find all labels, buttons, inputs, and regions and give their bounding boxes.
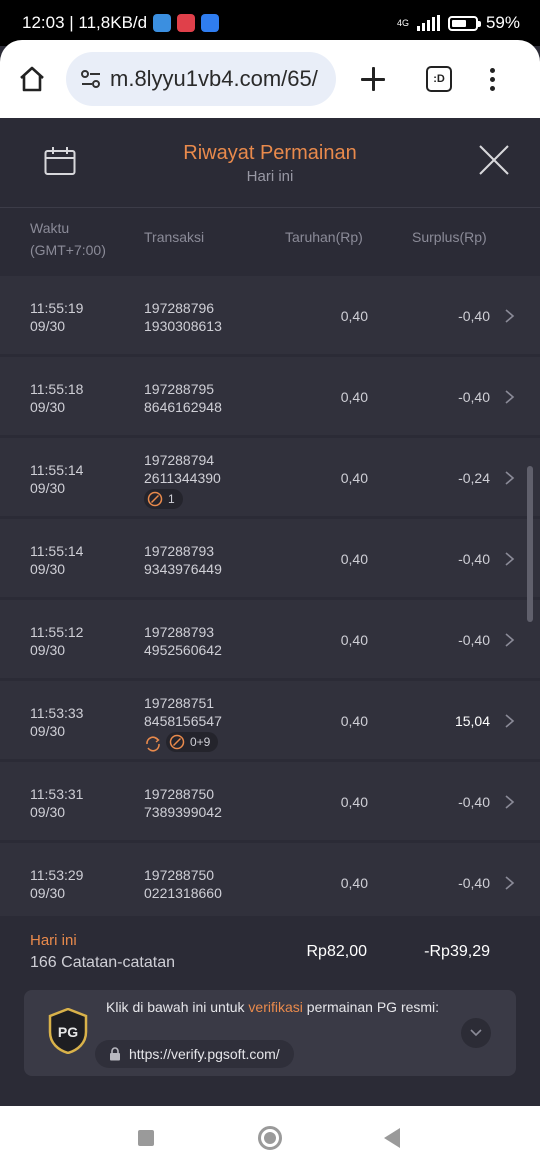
- expand-button[interactable]: [461, 1018, 491, 1048]
- chevron-right-icon[interactable]: [504, 309, 516, 323]
- home-button[interactable]: [14, 61, 50, 97]
- summary-total-bet: Rp82,00: [306, 943, 368, 960]
- table-row[interactable]: 11:55:12 09/30 197288793 4952560642 0,40 -…: [0, 600, 540, 678]
- table-row[interactable]: 11:53:31 09/30 197288750 7389399042 0,40 -…: [0, 762, 540, 840]
- page-title: Riwayat Permainan: [183, 142, 357, 164]
- messenger-icon: [201, 14, 220, 32]
- chevron-right-icon[interactable]: [504, 633, 516, 647]
- battery-level: 59%: [485, 13, 520, 32]
- table-row[interactable]: 11:55:14 09/30 197288794 2611344390 1 0,40…: [0, 438, 540, 516]
- feature-badge: 0+9: [166, 732, 219, 752]
- app-notification-icon: [153, 14, 172, 32]
- new-tab-button[interactable]: [358, 64, 388, 94]
- site-settings-icon: [81, 70, 100, 88]
- table-row[interactable]: 11:53:29 09/30 197288750 0221318660 0,40 -…: [0, 843, 540, 916]
- column-bet: Taruhan(Rp): [285, 229, 363, 245]
- table-header: Waktu (GMT+7:00) Transaksi Taruhan(Rp) S…: [0, 208, 540, 266]
- chevron-down-icon: [470, 1029, 482, 1037]
- summary-period: Hari ini: [30, 932, 77, 949]
- column-surplus: Surplus(Rp): [412, 229, 487, 245]
- address-bar[interactable]: m.8lyyu1vb4.com/65/: [66, 52, 336, 106]
- column-time: Waktu (GMT+7:00): [30, 220, 106, 258]
- table-row[interactable]: 11:55:14 09/30 197288793 9343976449 0,40 -…: [0, 519, 540, 597]
- column-transaction: Transaksi: [144, 229, 205, 245]
- date-filter-label[interactable]: Hari ini: [0, 168, 540, 185]
- home-nav-button[interactable]: [258, 1126, 282, 1150]
- verify-link[interactable]: https://verify.pgsoft.com/: [95, 1040, 294, 1068]
- pg-logo: PG: [48, 1008, 88, 1054]
- url-text: m.8lyyu1vb4.com/65/: [110, 66, 318, 91]
- network-type: 4G: [396, 17, 409, 28]
- browser-menu-button[interactable]: [490, 67, 495, 91]
- respin-icon: [144, 735, 162, 757]
- summary-panel: Hari ini 166 Catatan-catatan Rp82,00 -Rp…: [0, 916, 540, 1106]
- table-row[interactable]: 11:55:18 09/30 197288795 8646162948 0,40 -…: [0, 357, 540, 435]
- verify-message: Klik di bawah ini untuk verifikasi perma…: [106, 999, 440, 1015]
- signal-icon: [416, 15, 440, 31]
- history-list: 11:55:19 09/30 197288796 1930308613 0,40 -…: [0, 266, 540, 916]
- free-spin-icon: [147, 491, 163, 507]
- list-scrollbar[interactable]: [527, 466, 533, 622]
- status-time: 12:03 | 11,8KB/d: [22, 13, 148, 32]
- free-spin-icon: [169, 734, 185, 750]
- recent-apps-button[interactable]: [138, 1130, 154, 1146]
- summary-total-surplus: -Rp39,29: [424, 943, 490, 960]
- lock-icon: [110, 1047, 120, 1061]
- feature-badge: 1: [144, 489, 183, 509]
- back-button[interactable]: [384, 1128, 400, 1148]
- chevron-right-icon[interactable]: [504, 876, 516, 890]
- home-icon: [20, 66, 44, 92]
- browser-toolbar: m.8lyyu1vb4.com/65/ :D: [0, 40, 540, 118]
- verify-banner: PG Klik di bawah ini untuk verifikasi pe…: [24, 990, 516, 1076]
- summary-record-count: 166 Catatan-catatan: [30, 954, 175, 971]
- tab-switcher-label: :D: [433, 73, 445, 85]
- chevron-right-icon[interactable]: [504, 795, 516, 809]
- close-icon[interactable]: [478, 144, 510, 176]
- chevron-right-icon[interactable]: [504, 552, 516, 566]
- svg-text:PG: PG: [58, 1024, 78, 1040]
- battery-icon: [447, 15, 481, 31]
- table-row[interactable]: 11:55:19 09/30 197288796 1930308613 0,40 -…: [0, 276, 540, 354]
- app-notification-icon: [177, 14, 196, 32]
- tab-switcher-button[interactable]: :D: [426, 66, 452, 92]
- chevron-right-icon[interactable]: [504, 390, 516, 404]
- system-nav-bar: [0, 1106, 540, 1170]
- chevron-right-icon[interactable]: [504, 471, 516, 485]
- history-header: Riwayat Permainan Hari ini: [0, 118, 540, 208]
- chevron-right-icon[interactable]: [504, 714, 516, 728]
- table-row[interactable]: 11:53:33 09/30 197288751 8458156547 0+9 0,…: [0, 681, 540, 759]
